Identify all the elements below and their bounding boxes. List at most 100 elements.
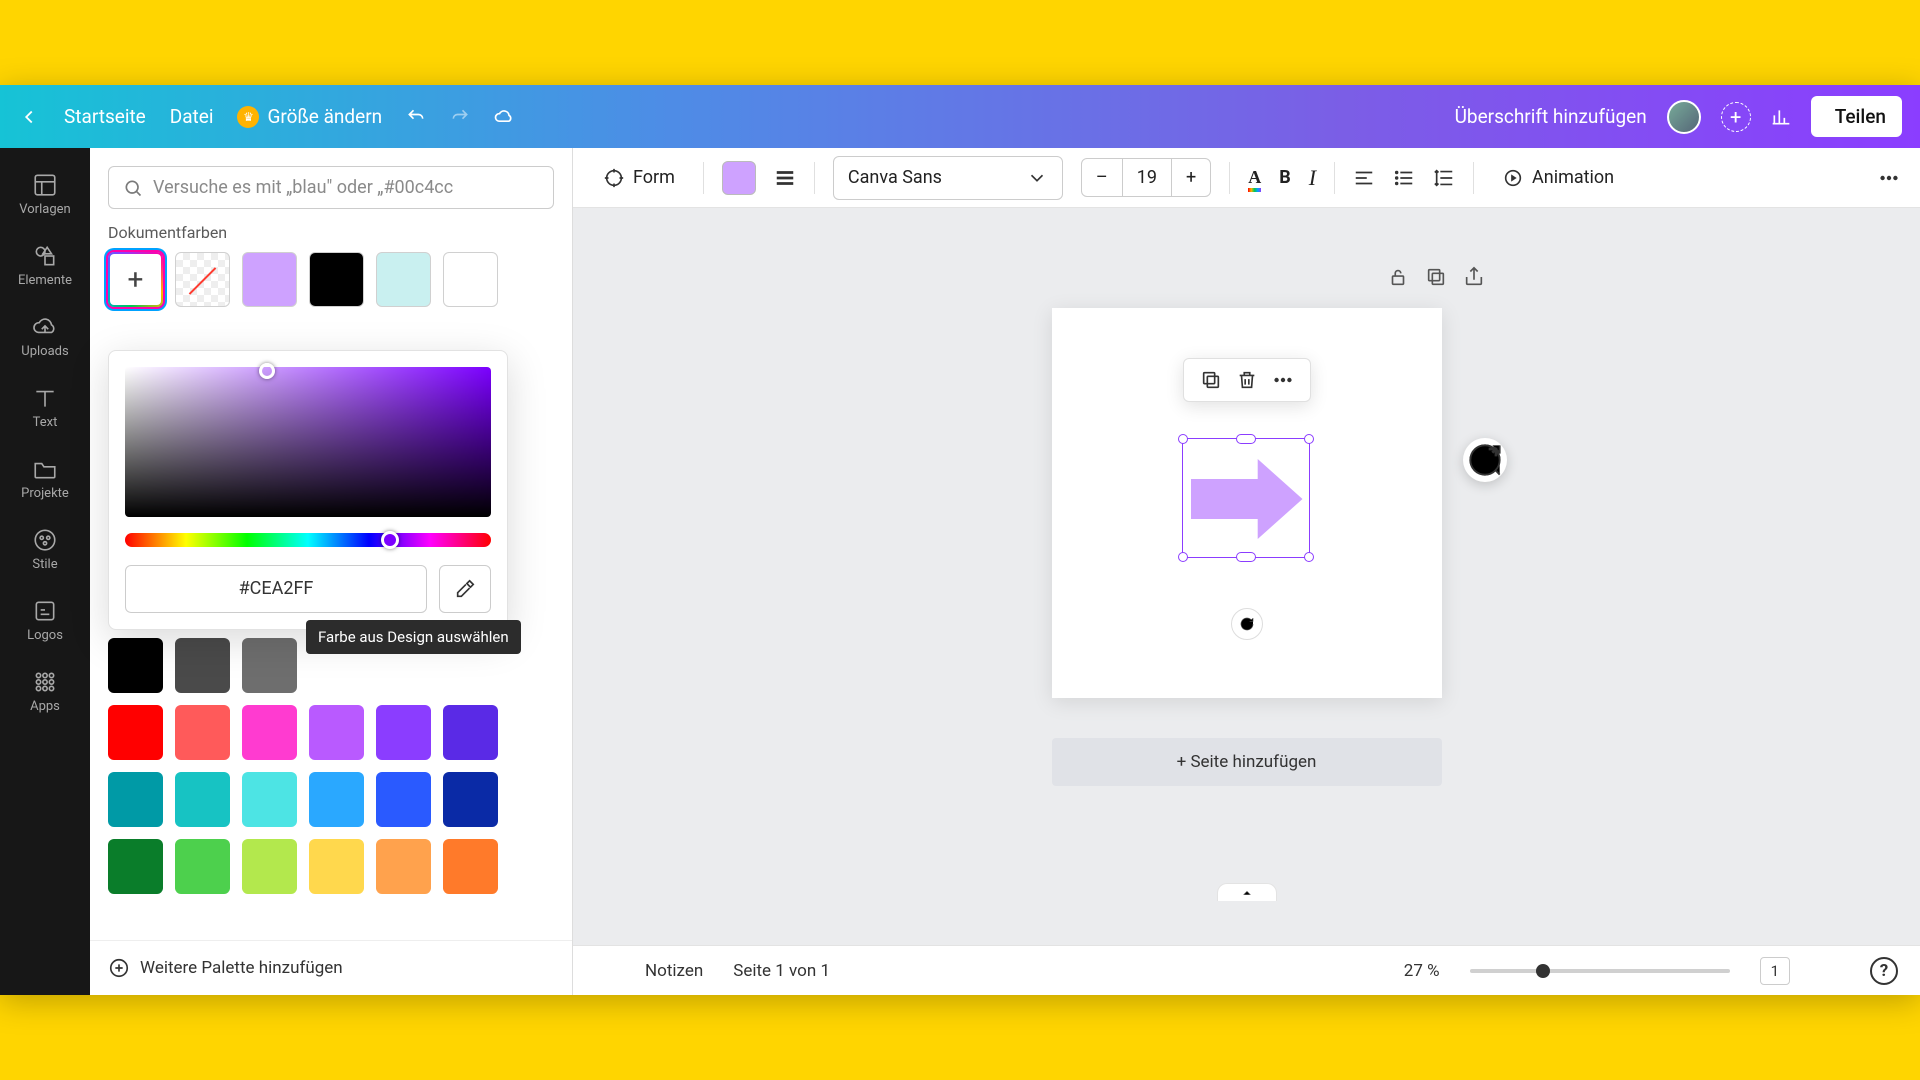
search-icon <box>123 178 143 198</box>
align-button[interactable] <box>1353 167 1375 189</box>
nav-apps[interactable]: Apps <box>0 659 90 724</box>
zoom-slider[interactable] <box>1470 969 1730 973</box>
color-swatch[interactable] <box>175 772 230 827</box>
more-icon[interactable] <box>1272 369 1294 391</box>
more-icon[interactable] <box>1878 167 1900 189</box>
color-swatch[interactable] <box>376 772 431 827</box>
add-palette-button[interactable]: Weitere Palette hinzufügen <box>90 940 572 995</box>
bold-button[interactable]: B <box>1279 167 1291 188</box>
page-count-badge[interactable]: 1 <box>1760 957 1790 985</box>
fullscreen-icon[interactable] <box>1820 961 1840 981</box>
sv-handle[interactable] <box>259 363 275 379</box>
hue-slider[interactable] <box>125 533 491 547</box>
fill-color-button[interactable] <box>722 161 756 195</box>
list-button[interactable] <box>1393 167 1415 189</box>
color-swatch[interactable] <box>309 772 364 827</box>
document-title[interactable]: Überschrift hinzufügen <box>1455 105 1647 128</box>
duplicate-page-icon[interactable] <box>1425 266 1447 288</box>
color-swatch[interactable] <box>443 705 498 760</box>
nav-elements[interactable]: Elemente <box>0 233 90 298</box>
cloud-sync-icon[interactable] <box>494 107 514 127</box>
back-icon[interactable] <box>18 106 40 128</box>
font-size-increase[interactable]: + <box>1172 159 1210 196</box>
hex-input[interactable]: #CEA2FF <box>125 565 427 613</box>
color-swatch[interactable] <box>309 839 364 894</box>
nav-templates[interactable]: Vorlagen <box>0 162 90 227</box>
resize-handle[interactable] <box>1304 434 1314 444</box>
rotate-handle[interactable] <box>1231 608 1263 640</box>
doc-swatch[interactable] <box>309 252 364 307</box>
color-swatch[interactable] <box>376 705 431 760</box>
arrow-shape[interactable] <box>1191 459 1303 539</box>
insights-icon[interactable] <box>1771 107 1791 127</box>
zoom-knob[interactable] <box>1536 964 1550 978</box>
nav-projects[interactable]: Projekte <box>0 446 90 511</box>
export-page-icon[interactable] <box>1463 266 1485 288</box>
add-page-button[interactable]: + Seite hinzufügen <box>1052 738 1442 786</box>
doc-swatch[interactable] <box>376 252 431 307</box>
resize-handle[interactable] <box>1236 552 1256 562</box>
color-swatch[interactable] <box>443 772 498 827</box>
color-swatch[interactable] <box>175 705 230 760</box>
add-color-button[interactable]: + <box>108 252 163 307</box>
color-swatch[interactable] <box>376 839 431 894</box>
stage[interactable]: + Seite hinzufügen <box>573 208 1920 945</box>
duplicate-icon[interactable] <box>1200 369 1222 391</box>
nav-logos[interactable]: Logos <box>0 588 90 653</box>
transparent-swatch[interactable] <box>175 252 230 307</box>
animation-button[interactable]: Animation <box>1492 161 1624 195</box>
color-swatch[interactable] <box>242 638 297 693</box>
color-swatch[interactable] <box>108 638 163 693</box>
color-swatch[interactable] <box>108 772 163 827</box>
hue-handle[interactable] <box>381 531 399 549</box>
color-swatch[interactable] <box>242 705 297 760</box>
font-size-decrease[interactable]: – <box>1082 159 1122 196</box>
resize-handle[interactable] <box>1178 434 1188 444</box>
border-style-button[interactable] <box>774 167 796 189</box>
share-button[interactable]: Teilen <box>1811 96 1902 137</box>
resize-handle[interactable] <box>1178 552 1188 562</box>
nav-styles[interactable]: Stile <box>0 517 90 582</box>
color-search-input[interactable]: Versuche es mit „blau" oder „#00c4cc <box>108 166 554 209</box>
color-swatch[interactable] <box>242 839 297 894</box>
zoom-value[interactable]: 27 % <box>1404 961 1440 981</box>
saturation-value-box[interactable] <box>125 367 491 517</box>
notes-icon[interactable] <box>595 961 615 981</box>
italic-button[interactable]: I <box>1309 165 1316 191</box>
color-swatch[interactable] <box>175 638 230 693</box>
redo-icon[interactable] <box>450 107 470 127</box>
eyedropper-button[interactable]: Farbe aus Design auswählen <box>439 565 491 613</box>
color-swatch[interactable] <box>443 839 498 894</box>
selection-box[interactable] <box>1182 438 1310 558</box>
font-size-value[interactable]: 19 <box>1122 159 1172 196</box>
delete-icon[interactable] <box>1236 369 1258 391</box>
color-swatch[interactable] <box>108 839 163 894</box>
notes-button[interactable]: Notizen <box>645 961 703 981</box>
color-swatch[interactable] <box>175 839 230 894</box>
nav-text[interactable]: Text <box>0 375 90 440</box>
resize-handle[interactable] <box>1236 434 1256 444</box>
resize-handle[interactable] <box>1304 552 1314 562</box>
avatar[interactable] <box>1667 100 1701 134</box>
text-color-button[interactable]: A <box>1248 167 1261 188</box>
resize-button[interactable]: ♛Größe ändern <box>237 105 382 128</box>
doc-swatch[interactable] <box>443 252 498 307</box>
lock-icon[interactable] <box>1387 266 1409 288</box>
undo-icon[interactable] <box>406 107 426 127</box>
file-menu[interactable]: Datei <box>170 105 214 128</box>
help-button[interactable]: ? <box>1870 957 1898 985</box>
home-link[interactable]: Startseite <box>64 105 146 128</box>
nav-uploads[interactable]: Uploads <box>0 304 90 369</box>
font-select[interactable]: Canva Sans <box>833 156 1063 200</box>
doc-swatch[interactable] <box>242 252 297 307</box>
page-indicator: Seite 1 von 1 <box>733 961 830 981</box>
crown-icon: ♛ <box>237 106 259 128</box>
regenerate-fab[interactable] <box>1463 438 1507 482</box>
page-strip-toggle[interactable] <box>1217 883 1277 901</box>
add-collaborator-button[interactable]: + <box>1721 102 1751 132</box>
color-swatch[interactable] <box>309 705 364 760</box>
shape-edit-button[interactable]: Form <box>593 161 685 195</box>
color-swatch[interactable] <box>242 772 297 827</box>
color-swatch[interactable] <box>108 705 163 760</box>
spacing-button[interactable] <box>1433 167 1455 189</box>
